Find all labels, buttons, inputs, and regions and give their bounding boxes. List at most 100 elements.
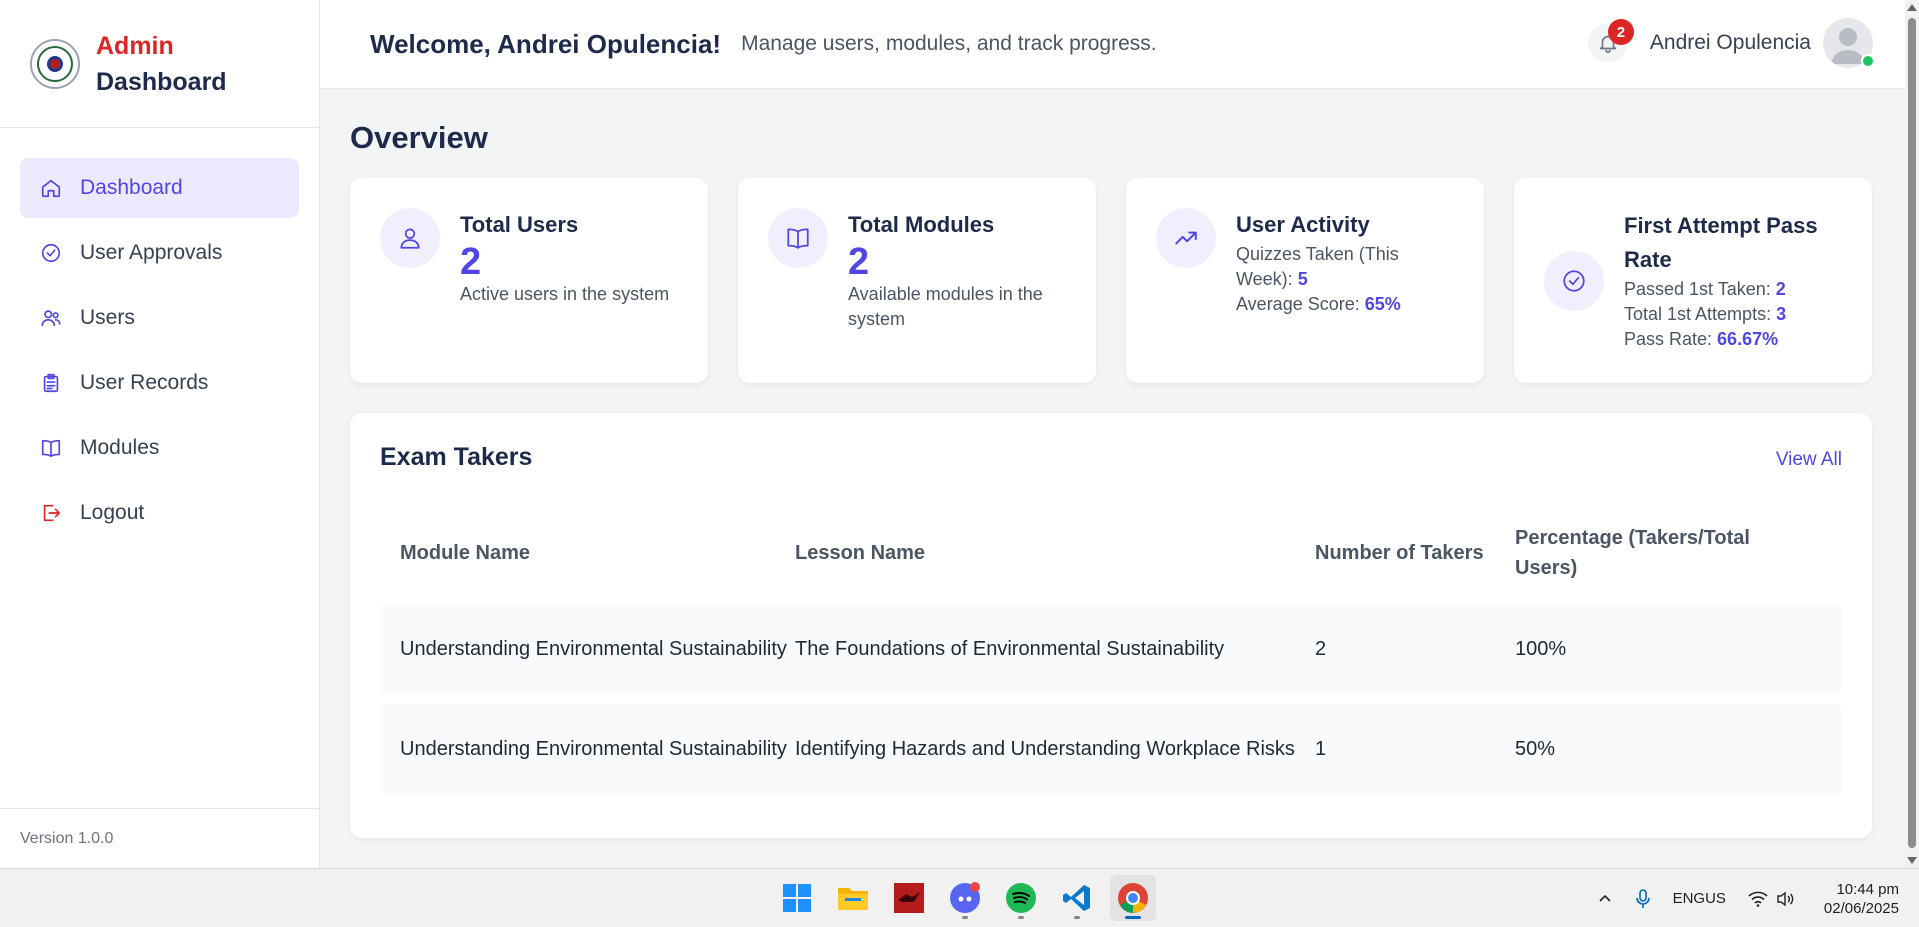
- table-cell: 50%: [1515, 738, 1556, 760]
- notification-badge: 2: [1607, 19, 1634, 45]
- sidebar-item-label: User Approvals: [80, 241, 223, 264]
- quizzes-value: 5: [1297, 269, 1308, 289]
- column-header: Number of Takers: [1315, 542, 1484, 564]
- wifi-icon[interactable]: [1748, 891, 1768, 907]
- sidebar-item-modules[interactable]: Modules: [20, 418, 299, 478]
- spotify-icon[interactable]: [998, 875, 1044, 921]
- average-label: Average Score:: [1236, 294, 1365, 314]
- header-user-area: 2 Andrei Opulencia: [1587, 18, 1875, 68]
- file-explorer-icon[interactable]: [830, 875, 876, 921]
- sidebar-item-label: Logout: [80, 501, 145, 524]
- game-app-icon[interactable]: [886, 875, 932, 921]
- table-header: Module Name Lesson Name Number of Takers…: [380, 512, 1842, 594]
- welcome-title: Welcome, Andrei Opulencia!: [370, 28, 722, 59]
- region-code: US: [1705, 890, 1726, 907]
- table-row: Understanding Environmental Sustainabili…: [380, 604, 1842, 694]
- system-tray: ENG US 10:44 pm 02/06/2025: [1575, 869, 1899, 927]
- table-cell: 1: [1315, 738, 1327, 760]
- records-icon: [40, 372, 62, 394]
- sidebar-item-label: Dashboard: [80, 176, 183, 199]
- sidebar: Admin Dashboard Dashboard User Approvals…: [0, 0, 320, 868]
- user-name[interactable]: Andrei Opulencia: [1650, 31, 1811, 55]
- home-icon: [40, 177, 62, 199]
- attempts-label: Total 1st Attempts:: [1624, 304, 1777, 324]
- top-header: Welcome, Andrei Opulencia! Manage users,…: [320, 0, 1905, 89]
- card-title: Total Users: [460, 212, 579, 237]
- online-status-dot: [1861, 54, 1875, 68]
- column-header: Lesson Name: [795, 542, 926, 564]
- table-cell: 100%: [1515, 638, 1567, 660]
- card-value: 2: [848, 241, 870, 283]
- card-total-users: Total Users 2 Active users in the system: [350, 178, 708, 383]
- os-taskbar: ENG US 10:44 pm 02/06/2025: [0, 868, 1919, 927]
- passed-value: 2: [1775, 279, 1786, 299]
- scroll-thumb[interactable]: [1908, 18, 1916, 848]
- quizzes-label: Quizzes Taken (This Week):: [1236, 244, 1399, 289]
- card-title: First Attempt Pass Rate: [1624, 213, 1818, 272]
- card-value: 2: [460, 241, 482, 283]
- attempts-value: 3: [1776, 304, 1787, 324]
- users-icon: [40, 307, 62, 329]
- table-row: Understanding Environmental Sustainabili…: [380, 704, 1842, 794]
- scroll-down-arrow[interactable]: [1907, 857, 1917, 864]
- logout-icon: [40, 502, 62, 524]
- sidebar-item-user-records[interactable]: User Records: [20, 353, 299, 413]
- discord-icon[interactable]: [942, 875, 988, 921]
- card-pass-rate: First Attempt Pass Rate Passed 1st Taken…: [1514, 178, 1872, 383]
- card-total-modules: Total Modules 2 Available modules in the…: [738, 178, 1096, 383]
- notification-button[interactable]: 2: [1587, 19, 1634, 63]
- chrome-icon[interactable]: [1110, 875, 1156, 921]
- column-header: Percentage (Takers/Total Users): [1515, 527, 1750, 579]
- taskbar-apps: [774, 875, 1156, 921]
- taskbar-clock[interactable]: 10:44 pm 02/06/2025: [1824, 880, 1899, 918]
- card-title: Total Modules: [848, 212, 995, 237]
- trending-up-icon: [1156, 208, 1216, 268]
- user-icon: [380, 208, 440, 268]
- card-description: Available modules in the system: [848, 284, 1043, 329]
- check-circle-icon: [1544, 250, 1604, 311]
- view-all-link[interactable]: View All: [1776, 449, 1842, 471]
- chevron-up-icon[interactable]: [1597, 891, 1613, 907]
- pass-rate-line: Pass Rate: 66.67%: [1624, 327, 1842, 352]
- attempts-line: Total 1st Attempts: 3: [1624, 302, 1842, 327]
- header-subtitle: Manage users, modules, and track progres…: [741, 32, 1157, 55]
- table-cell: 2: [1315, 638, 1327, 660]
- average-score-line: Average Score: 65%: [1236, 292, 1454, 317]
- column-header: Module Name: [400, 542, 531, 564]
- card-title: User Activity: [1236, 212, 1370, 237]
- table-cell: The Foundations of Environmental Sustain…: [795, 638, 1225, 660]
- passed-label: Passed 1st Taken:: [1624, 279, 1776, 299]
- vscode-icon[interactable]: [1054, 875, 1100, 921]
- sidebar-nav: Dashboard User Approvals Users User Reco…: [0, 128, 319, 543]
- table-cell: Understanding Environmental Sustainabili…: [400, 738, 787, 760]
- windows-start-icon[interactable]: [774, 875, 820, 921]
- book-icon: [768, 208, 828, 268]
- brand-title: Admin Dashboard: [96, 28, 227, 100]
- microphone-icon[interactable]: [1635, 888, 1651, 909]
- volume-icon[interactable]: [1776, 891, 1796, 907]
- sidebar-item-dashboard[interactable]: Dashboard: [20, 158, 299, 218]
- clock-date: 02/06/2025: [1823, 899, 1899, 917]
- exam-takers-title: Exam Takers: [380, 443, 533, 471]
- language-indicator[interactable]: ENG US: [1673, 889, 1726, 908]
- brand: Admin Dashboard: [0, 0, 319, 128]
- stat-cards: Total Users 2 Active users in the system…: [350, 178, 1872, 383]
- brand-title-line2: Dashboard: [96, 67, 227, 96]
- average-value: 65%: [1364, 294, 1401, 314]
- check-circle-icon: [40, 242, 62, 264]
- sidebar-item-label: Users: [80, 306, 135, 329]
- scroll-up-arrow[interactable]: [1907, 4, 1917, 11]
- sidebar-item-label: Modules: [80, 436, 160, 459]
- sidebar-item-users[interactable]: Users: [20, 288, 299, 348]
- language-code: ENG: [1672, 890, 1706, 907]
- seal-logo: [30, 38, 80, 89]
- page-title: Overview: [350, 120, 488, 155]
- card-description: Active users in the system: [460, 284, 670, 304]
- sidebar-item-logout[interactable]: Logout: [20, 483, 299, 543]
- brand-title-line1: Admin: [96, 31, 174, 60]
- passed-line: Passed 1st Taken: 2: [1624, 277, 1842, 302]
- rate-label: Pass Rate:: [1624, 329, 1718, 349]
- page-scrollbar[interactable]: [1905, 0, 1919, 868]
- table-cell: Identifying Hazards and Understanding Wo…: [795, 738, 1295, 760]
- sidebar-item-user-approvals[interactable]: User Approvals: [20, 223, 299, 283]
